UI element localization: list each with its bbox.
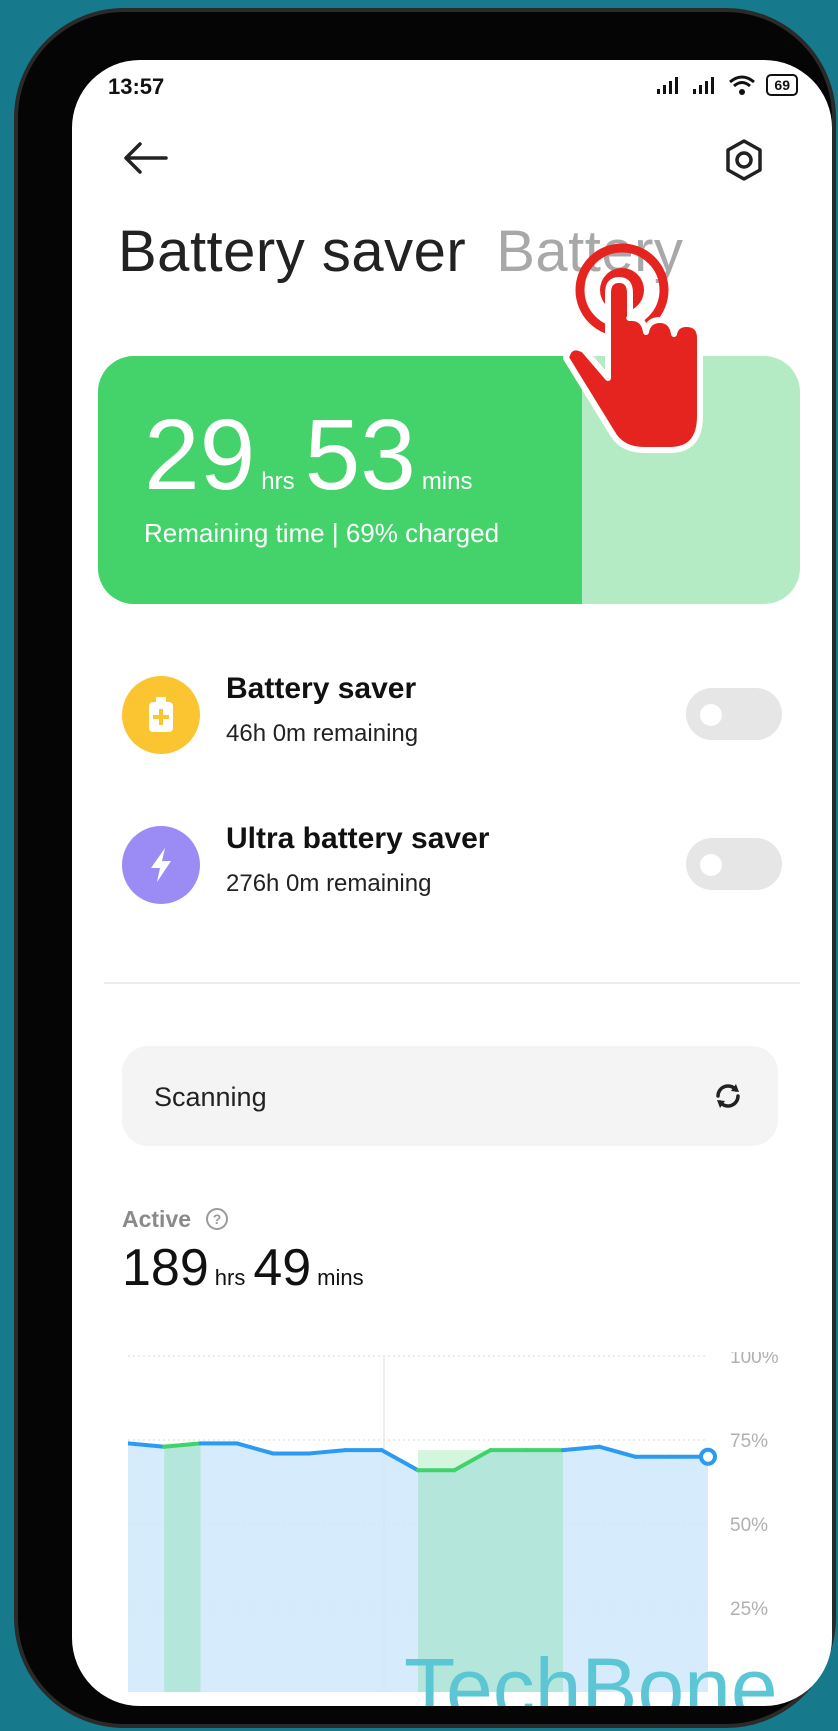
status-time: 13:57 [108,74,165,99]
y-tick-label: 100% [730,1352,779,1368]
lightning-bolt-icon [122,826,200,904]
help-icon[interactable]: ? [205,1207,229,1231]
hours-unit: hrs [261,468,295,495]
battery-saver-toggle[interactable] [686,688,782,740]
scan-label: Scanning [154,1082,267,1112]
ultra-battery-saver-row[interactable]: Ultra battery saver 276h 0m remaining [122,820,782,910]
minutes-unit: mins [421,468,473,495]
remaining-hours: 29 [144,399,256,511]
ultra-battery-saver-toggle[interactable] [686,838,782,890]
remaining-subtitle: Remaining time | 69% charged [144,518,500,548]
active-minutes-unit: mins [317,1265,364,1290]
watermark: TechBone [404,1641,778,1706]
status-icons: 69 [656,74,798,96]
remaining-time: 29 hrs 53 mins [144,398,482,513]
current-level-point [699,1447,717,1466]
active-hours-unit: hrs [214,1265,246,1290]
y-tick-label: 50% [730,1515,768,1536]
toggle-knob [700,854,722,876]
status-bar: 13:57 69 [108,70,798,110]
tap-hand-icon [563,243,703,453]
settings-gear-icon[interactable] [722,138,766,182]
battery-saver-title: Battery saver [226,672,417,705]
wifi-icon [729,75,756,95]
scan-bar[interactable]: Scanning [122,1046,778,1146]
battery-plus-icon [122,676,200,754]
active-minutes: 49 [253,1239,312,1297]
back-arrow-icon[interactable] [120,138,170,178]
divider [104,982,800,984]
signal-icon-2 [693,77,715,94]
toggle-knob [700,704,722,726]
screen: 13:57 69 Battery saver Battery 29 hrs 53 min… [72,60,832,1706]
active-time: 189 hrs 49 mins [122,1238,372,1298]
remaining-minutes: 53 [304,399,416,511]
y-tick-label: 75% [730,1431,768,1452]
tab-battery-saver[interactable]: Battery saver [118,219,466,284]
battery-saver-subtitle: 46h 0m remaining [226,720,419,747]
active-label: Active [122,1206,192,1232]
y-tick-label: 25% [730,1599,768,1620]
ultra-battery-saver-subtitle: 276h 0m remaining [226,870,432,897]
refresh-icon [716,1084,740,1108]
battery-saver-row[interactable]: Battery saver 46h 0m remaining [122,670,782,760]
svg-text:?: ? [213,1211,222,1227]
active-hours: 189 [122,1239,209,1297]
charging-band [164,1443,201,1692]
signal-icon [657,77,679,94]
active-label-row: Active ? [122,1206,229,1233]
phone-frame: 13:57 69 Battery saver Battery 29 hrs 53 min… [14,8,836,1728]
battery-indicator: 69 [766,74,798,96]
ultra-battery-saver-title: Ultra battery saver [226,822,490,855]
